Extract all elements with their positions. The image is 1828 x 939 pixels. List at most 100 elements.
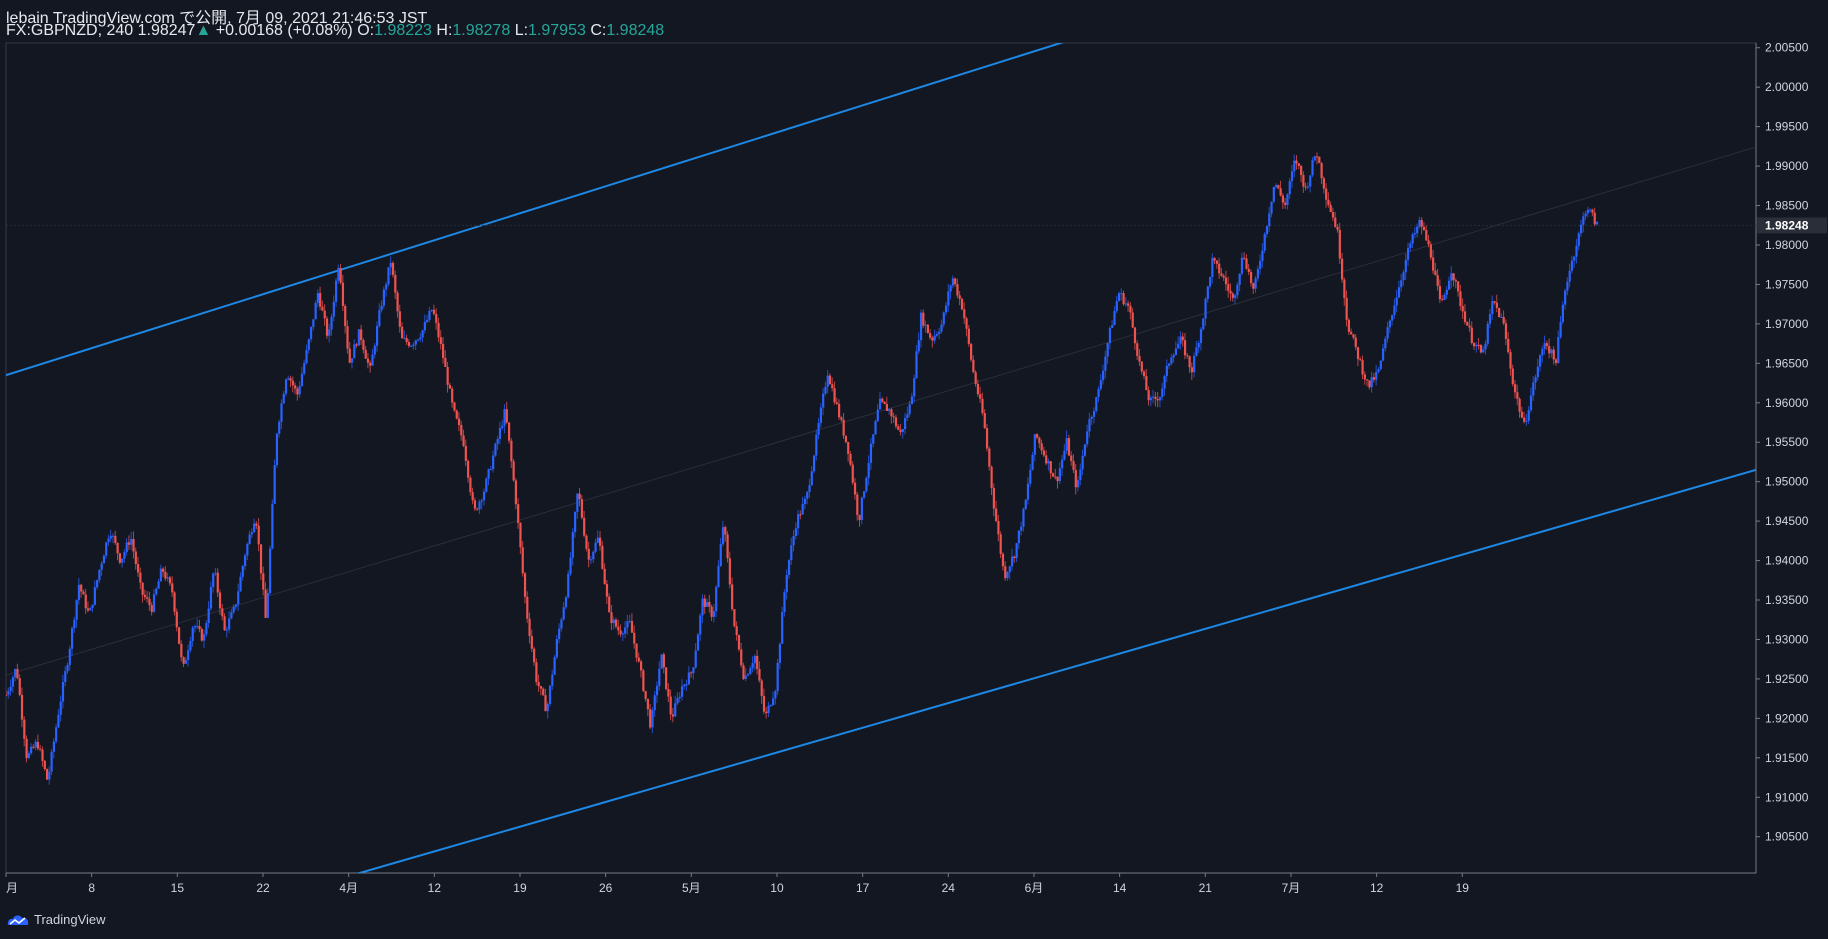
candle-body	[1076, 480, 1080, 488]
time-tick-label: 26	[599, 881, 613, 895]
candle-body	[71, 628, 74, 649]
candle-body	[676, 698, 679, 704]
candle-body	[337, 268, 340, 281]
candle-body	[801, 504, 804, 515]
candle-body	[1152, 396, 1155, 398]
candle-body	[264, 589, 267, 618]
candle-body	[1404, 259, 1407, 273]
candle-body	[1532, 382, 1535, 396]
candle-body	[439, 337, 442, 344]
candle-body	[772, 698, 775, 706]
candle-body	[428, 311, 431, 321]
candle-body	[610, 612, 613, 624]
candle-body	[498, 427, 502, 440]
candle-body	[34, 741, 37, 748]
candle-body	[1416, 226, 1419, 234]
candle-body	[860, 497, 863, 520]
candle-body	[471, 492, 474, 501]
time-tick-label: 19	[513, 881, 527, 895]
candle-body	[321, 306, 324, 311]
candle-body	[1004, 566, 1007, 579]
candle-body	[382, 289, 386, 306]
candle-body	[956, 284, 959, 296]
candle-body	[851, 464, 854, 483]
candle-body	[589, 559, 593, 561]
candle-body	[7, 691, 10, 695]
candle-body	[812, 455, 816, 472]
candle-body	[960, 298, 964, 310]
price-tick-label: 1.95500	[1765, 435, 1809, 449]
candle-body	[569, 557, 572, 574]
candle-body	[514, 480, 518, 505]
candle-body	[1031, 454, 1034, 471]
candle-body	[1051, 473, 1055, 477]
candle-body	[583, 517, 586, 536]
candle-body	[125, 542, 128, 553]
candle-body	[724, 527, 727, 535]
candle-body	[473, 500, 477, 509]
candle-body	[765, 711, 768, 714]
candle-body	[1352, 334, 1355, 338]
price-chart[interactable]: 2.00500 2.00000 1.99500 1.99000 1.98500 1.980…	[0, 0, 1828, 939]
candle-body	[1277, 185, 1280, 189]
candle-body	[1566, 281, 1569, 291]
candle-body	[1520, 411, 1524, 418]
candle-body	[1197, 343, 1200, 348]
candle-body	[309, 326, 313, 340]
candle-body	[1513, 384, 1517, 393]
candle-body	[1536, 366, 1539, 378]
candle-body	[96, 580, 99, 588]
candle-body	[323, 310, 326, 319]
candle-body	[867, 462, 870, 478]
candle-body	[701, 598, 704, 616]
candle-body	[776, 662, 779, 692]
candle-body	[203, 634, 206, 641]
candle-body	[1088, 418, 1091, 432]
candle-body	[1013, 556, 1016, 558]
candle-body	[1452, 273, 1455, 281]
candle-body	[275, 433, 279, 466]
candle-body	[1545, 343, 1549, 346]
candle-body	[328, 329, 331, 336]
candle-body	[740, 649, 743, 666]
candle-body	[926, 324, 929, 334]
candle-body	[1161, 388, 1164, 398]
candle-body	[555, 639, 558, 658]
candle-body	[949, 285, 952, 292]
candle-body	[1047, 461, 1050, 464]
candle-body	[1024, 499, 1027, 509]
candle-body	[1516, 392, 1519, 399]
candle-body	[1054, 476, 1057, 478]
candle-body	[1322, 178, 1325, 189]
candle-body	[580, 499, 584, 518]
candle-body	[84, 594, 87, 609]
candle-body	[564, 597, 568, 608]
candle-body	[1434, 270, 1437, 276]
candle-body	[678, 696, 681, 699]
candle-body	[785, 575, 788, 593]
candle-body	[175, 611, 178, 628]
candle-body	[605, 583, 609, 597]
candle-body	[146, 597, 149, 599]
candle-body	[872, 434, 875, 444]
candle-body	[243, 555, 247, 567]
candle-body	[1334, 217, 1337, 227]
candle-body	[114, 535, 117, 543]
candle-body	[1001, 553, 1005, 567]
candle-body	[760, 680, 763, 697]
candle-body	[696, 634, 700, 651]
tradingview-brand[interactable]: TradingView	[6, 912, 106, 927]
candle-body	[1067, 438, 1071, 456]
candle-body	[407, 342, 411, 346]
candle-body	[544, 695, 547, 712]
candle-body	[633, 632, 636, 644]
candle-body	[990, 466, 993, 489]
time-tick-label: 24	[942, 881, 956, 895]
candle-body	[75, 600, 78, 620]
candle-body	[373, 345, 376, 355]
candle-body	[1129, 305, 1132, 313]
candle-body	[159, 568, 162, 582]
candle-body	[48, 771, 51, 780]
candle-body	[1527, 410, 1530, 421]
candle-body	[856, 494, 859, 516]
